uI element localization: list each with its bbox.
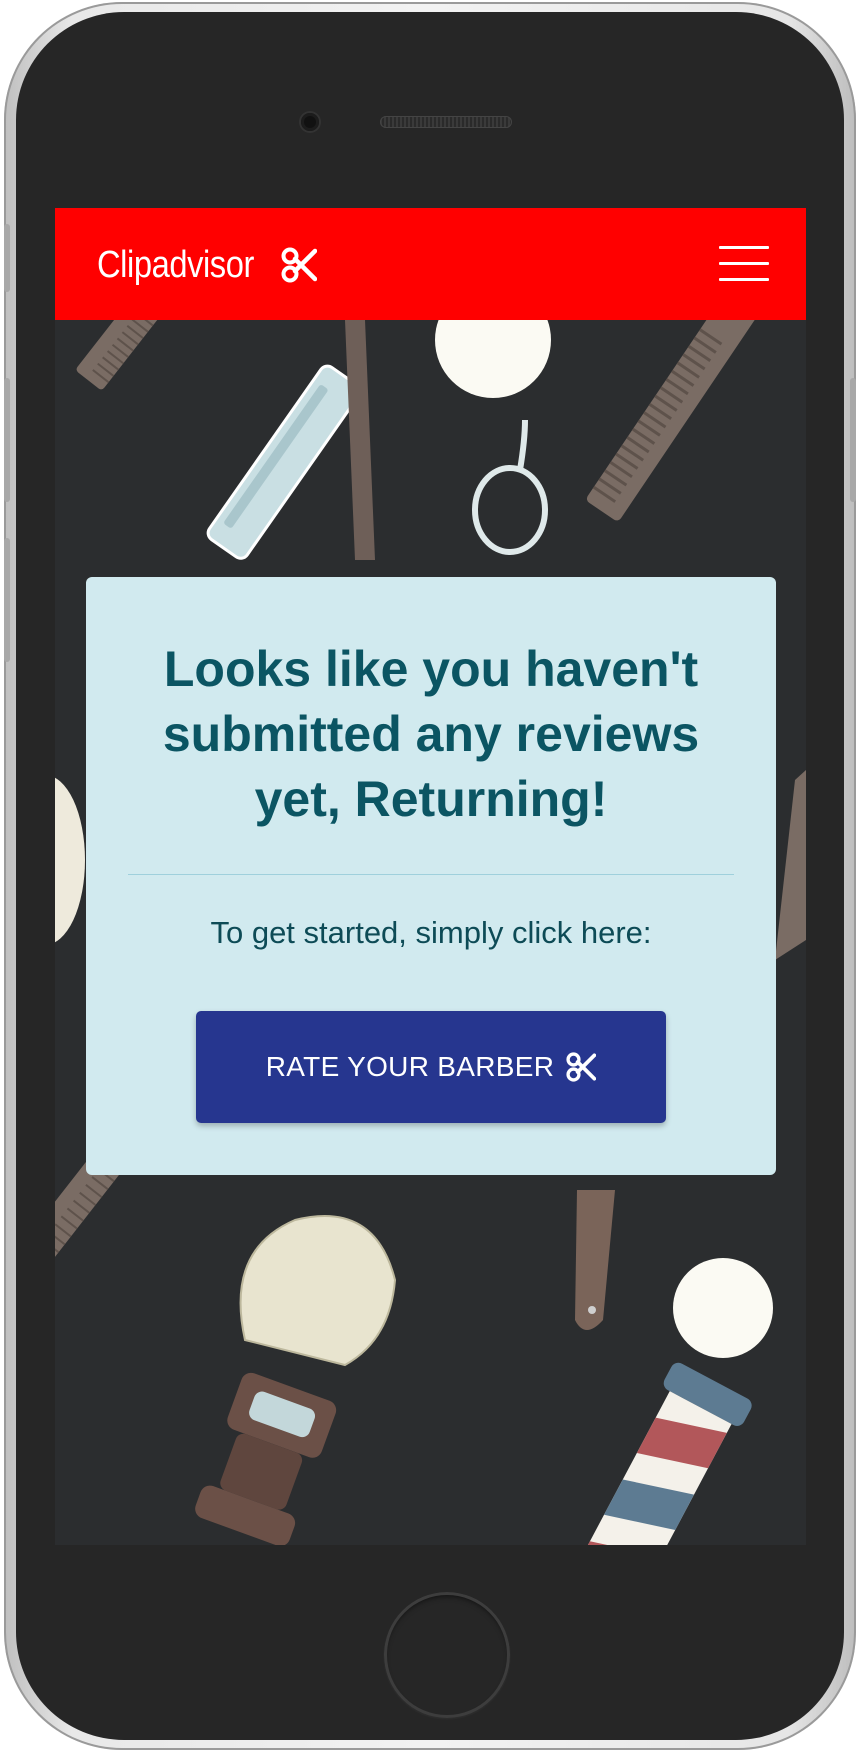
brand-logo[interactable]: Clipadvisor (97, 242, 317, 288)
volume-down-button (4, 538, 10, 662)
hamburger-menu-icon[interactable] (719, 246, 769, 282)
divider (128, 874, 734, 875)
rate-button-label: RATE YOUR BARBER (265, 1051, 555, 1082)
home-button[interactable] (384, 1592, 510, 1718)
scissors-icon (566, 1052, 597, 1082)
page-title: Looks like you haven't submitted any rev… (162, 641, 700, 827)
navbar: Clipadvisor (55, 208, 806, 320)
brand-name: Clipadvisor (97, 243, 254, 286)
front-camera (301, 113, 319, 131)
earpiece-speaker (380, 116, 512, 128)
empty-reviews-card: Looks like you haven't submitted any rev… (86, 577, 776, 1175)
mute-switch (4, 224, 10, 292)
scissors-icon (281, 247, 317, 283)
rate-your-barber-button[interactable]: RATE YOUR BARBER (196, 1011, 666, 1123)
volume-up-button (4, 378, 10, 502)
get-started-text: To get started, simply click here: (210, 915, 652, 950)
device-screen: Clipadvisor Looks like you haven't submi… (55, 208, 806, 1545)
power-button (850, 378, 856, 502)
